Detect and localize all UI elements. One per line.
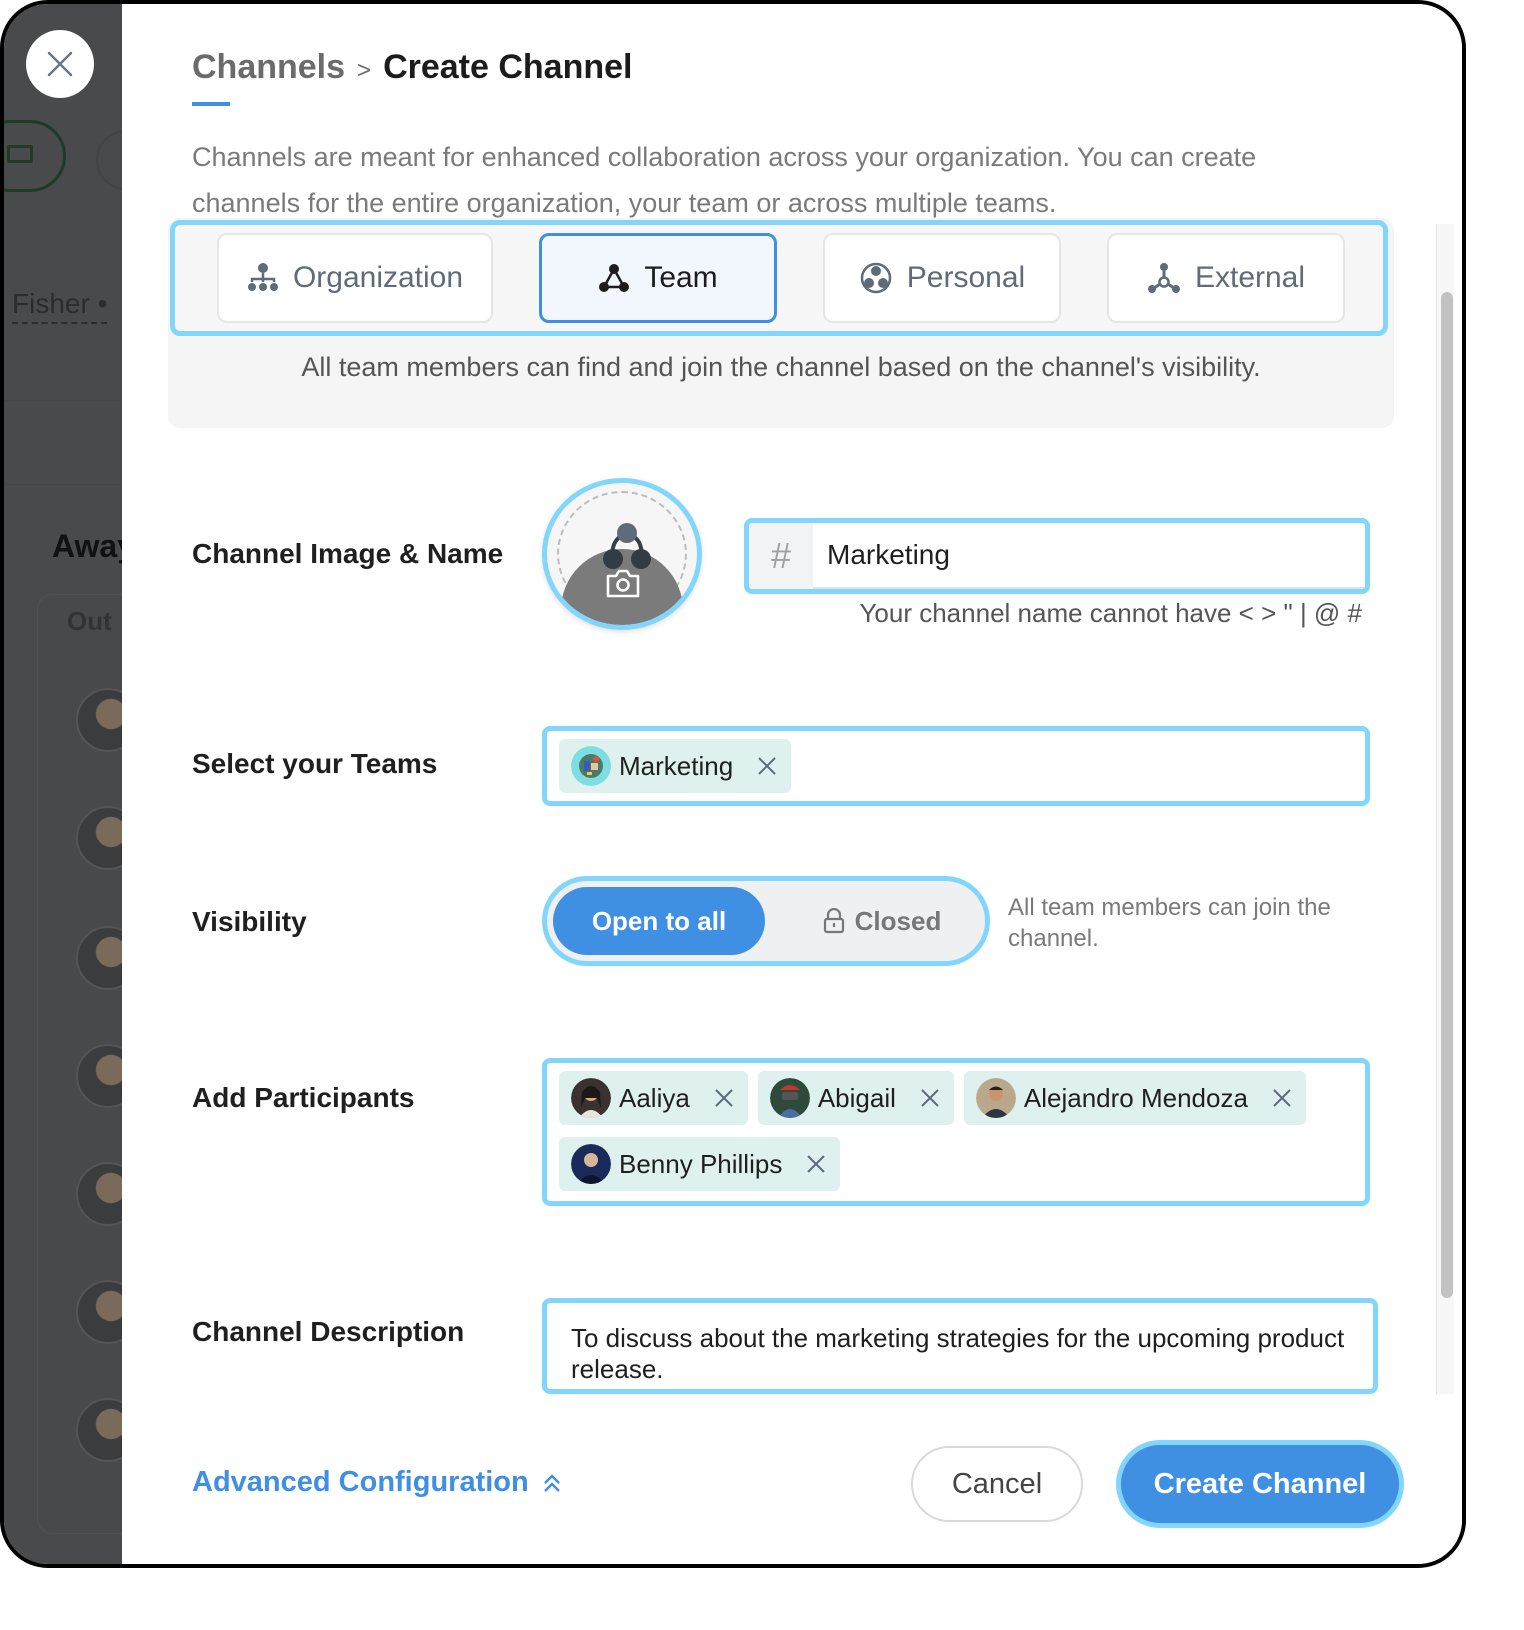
select-teams-label: Select your Teams [192,748,438,779]
external-icon [1147,263,1180,293]
remove-team-button[interactable] [757,756,777,776]
participant-avatar [571,1078,611,1118]
advanced-configuration-toggle[interactable]: Advanced Configuration [192,1466,563,1499]
app-window: Fisher • Away Out Channels > Create Chan… [0,0,1466,1568]
team-tag-label: Marketing [619,750,734,781]
background-pill [96,130,122,190]
channel-image-name-label: Channel Image & Name [192,538,504,569]
close-button[interactable] [26,30,94,98]
channel-type-section: Organization Team Personal External All … [168,218,1394,428]
channel-type-team[interactable]: Team [539,233,777,323]
channel-type-organization[interactable]: Organization [217,233,493,323]
channel-type-personal[interactable]: Personal [823,233,1061,323]
org-chart-icon [247,263,278,291]
participant-avatar [975,1078,1016,1118]
participants-select-field[interactable]: Aaliya Abigail Alejandro Mendoza Benny P… [542,1058,1370,1206]
channel-description-label: Channel Description [192,1316,465,1347]
close-icon [47,51,73,77]
title-underline [192,102,230,106]
background-user-name: Fisher • [12,288,108,324]
close-icon [807,1155,826,1173]
personal-icon [860,262,892,294]
page-title: Create Channel [383,48,633,86]
channel-name-input[interactable]: Marketing [813,523,1365,589]
background-section-title: Away [52,528,122,564]
participant-tag: Aaliya [559,1071,748,1125]
team-tag: Marketing [559,739,792,793]
intro-text: Channels are meant for enhanced collabor… [192,142,1257,218]
visibility-label: Visibility [192,906,307,937]
participants-row: Aaliya Abigail Alejandro Mendoza [559,1071,1353,1125]
divider [4,484,122,485]
close-icon [715,1089,733,1107]
channel-type-label: Team [644,261,718,294]
channel-image-upload[interactable] [542,478,702,630]
participant-name: Abigail [817,1082,896,1113]
participants-row: Benny Phillips [559,1137,1353,1191]
background-card-label: Out [67,606,112,636]
camera-icon [606,569,640,598]
lock-icon [823,908,844,934]
create-channel-panel: Channels > Create Channel Channels are m… [122,4,1462,1564]
participant-avatar [769,1078,810,1118]
participant-tag: Abigail [757,1071,954,1125]
team-icon [599,264,630,292]
channel-type-label: Organization [292,261,464,294]
laptop-icon [7,145,33,163]
breadcrumb-separator: > [357,57,372,84]
teams-select-field[interactable]: Marketing [542,726,1370,806]
visibility-hint: All team members can join the channel. [1008,894,1331,952]
channel-type-external[interactable]: External [1107,233,1345,323]
create-channel-button[interactable]: Create Channel [1116,1440,1404,1528]
participant-name: Alejandro Mendoza [1023,1082,1248,1113]
channel-type-label: External [1194,261,1306,294]
visibility-toggle: Open to all Closed [542,876,990,966]
visibility-closed-option[interactable]: Closed [787,887,977,955]
cancel-button[interactable]: Cancel [911,1446,1083,1522]
remove-participant-button[interactable] [1272,1088,1292,1108]
background-app-overlay: Fisher • Away Out [4,4,122,1564]
participant-name: Benny Phillips [619,1148,783,1179]
breadcrumb-channels[interactable]: Channels [192,48,345,87]
channel-type-selector: Organization Team Personal External [170,220,1388,336]
channel-type-label: Personal [906,261,1026,294]
scrollbar[interactable] [1436,224,1454,1394]
remove-participant-button[interactable] [920,1088,940,1108]
participant-name: Aaliya [619,1082,690,1113]
double-chevron-up-icon [543,1473,560,1492]
close-icon [921,1089,939,1107]
background-status-pill [4,120,66,192]
visibility-open-option[interactable]: Open to all [553,887,765,955]
divider [4,400,122,401]
channel-type-description: All team members can find and join the c… [301,352,1261,382]
participant-tag: Benny Phillips [559,1137,841,1191]
channel-description-input[interactable]: To discuss about the marketing strategie… [542,1298,1378,1394]
team-avatar [571,746,611,786]
visibility-closed-label: Closed [854,905,942,936]
hash-prefix: # [749,523,813,589]
close-icon [1273,1089,1291,1107]
advanced-configuration-label: Advanced Configuration [192,1466,529,1498]
channel-name-field[interactable]: # Marketing [744,518,1370,594]
add-participants-label: Add Participants [192,1082,415,1113]
channel-name-hint: Your channel name cannot have < > " | @ … [859,598,1362,628]
remove-participant-button[interactable] [806,1154,826,1174]
participant-avatar [571,1144,611,1184]
scrollbar-thumb[interactable] [1441,292,1453,1298]
remove-participant-button[interactable] [714,1088,734,1108]
participant-tag: Alejandro Mendoza [963,1071,1306,1125]
close-icon [758,757,776,775]
breadcrumb: Channels > Create Channel [192,48,632,87]
